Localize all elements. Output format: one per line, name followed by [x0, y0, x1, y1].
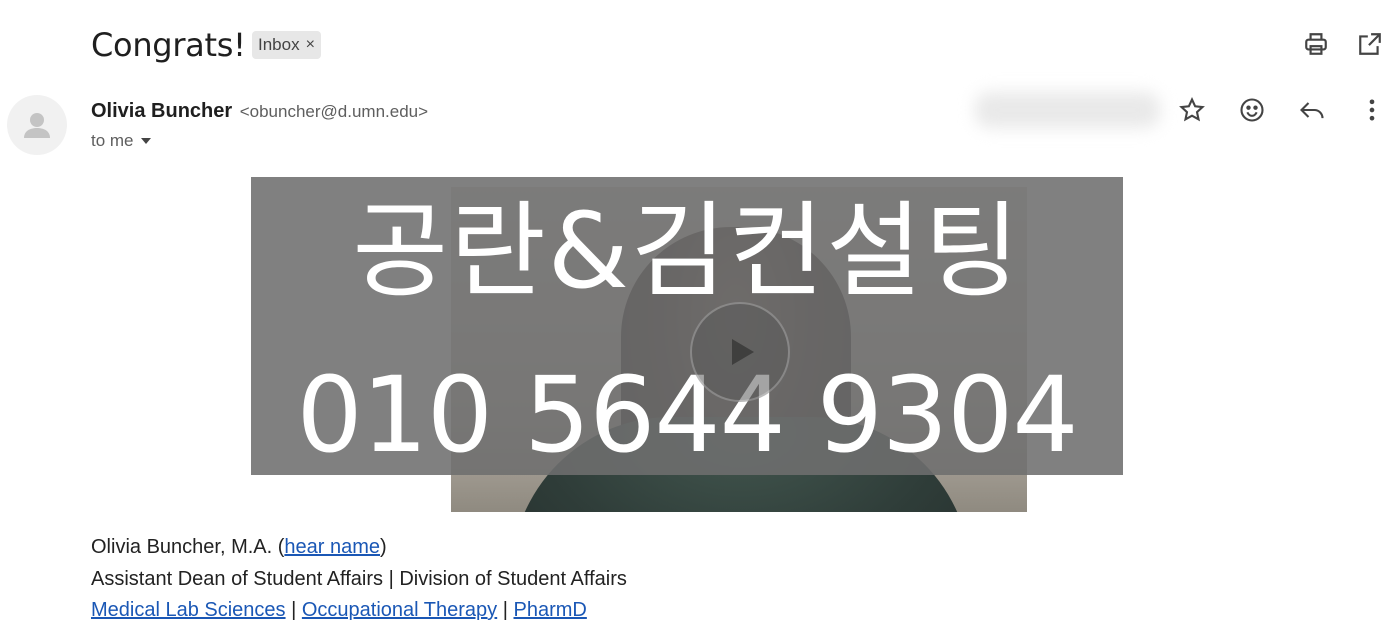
recipient-details-toggle[interactable]: to me — [91, 129, 152, 153]
star-icon[interactable] — [1177, 95, 1207, 125]
play-icon — [732, 339, 754, 365]
message-actions — [1177, 95, 1387, 125]
play-button[interactable] — [690, 302, 790, 402]
signature-title-line: Assistant Dean of Student Affairs | Divi… — [91, 568, 627, 590]
label-text: Inbox — [258, 35, 300, 54]
default-avatar-icon — [24, 113, 50, 138]
date-blurred — [975, 92, 1160, 128]
spam-overlay-image: 공란&김컨설팅 010 5644 9304 — [251, 177, 1123, 475]
signature-links-line: Medical Lab Sciences | Occupational Ther… — [91, 599, 587, 621]
sender-avatar[interactable] — [7, 95, 67, 155]
print-icon[interactable] — [1301, 29, 1331, 59]
hear-name-link[interactable]: hear name — [284, 536, 380, 558]
overlay-company-text: 공란&김컨설팅 — [352, 190, 1022, 312]
sender-name[interactable]: Olivia Buncher — [91, 100, 232, 122]
email-subject: Congrats! — [91, 26, 246, 64]
medical-lab-sciences-link[interactable]: Medical Lab Sciences — [91, 599, 286, 621]
sender-line: Olivia Buncher <obuncher@d.umn.edu> — [91, 98, 428, 125]
overlay-phone-text: 010 5644 9304 — [296, 354, 1079, 476]
caret-down-icon — [140, 138, 151, 144]
signature-name-line: Olivia Buncher, M.A. (hear name) — [91, 536, 387, 558]
occupational-therapy-link[interactable]: Occupational Therapy — [302, 599, 497, 621]
reply-icon[interactable] — [1297, 95, 1327, 125]
pharmd-link[interactable]: PharmD — [514, 599, 587, 621]
emoji-reaction-icon[interactable] — [1237, 95, 1267, 125]
recipient-text: to me — [91, 131, 134, 150]
inbox-label-chip[interactable]: Inbox × — [252, 31, 321, 59]
remove-label-icon[interactable]: × — [306, 36, 315, 54]
thread-actions — [1301, 29, 1385, 59]
open-in-new-window-icon[interactable] — [1355, 29, 1385, 59]
sender-email: <obuncher@d.umn.edu> — [239, 102, 429, 121]
more-vert-icon[interactable] — [1357, 95, 1387, 125]
